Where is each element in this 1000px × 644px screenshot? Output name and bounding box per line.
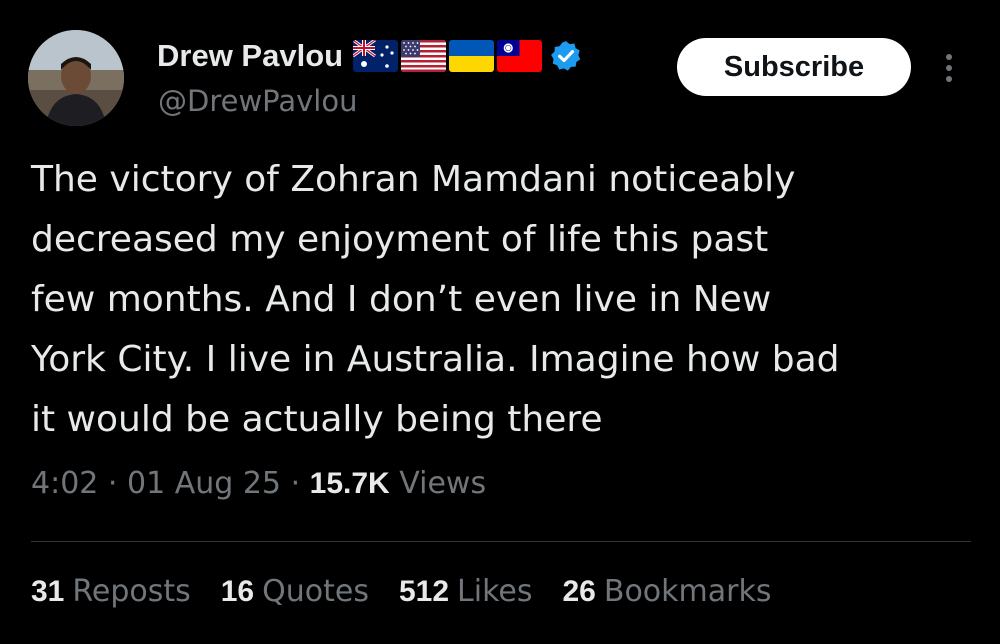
usa-flag-icon [401,40,447,72]
tweet-line: York City. I live in Australia. Imagine … [31,339,840,380]
ukraine-flag-icon [449,40,495,72]
views-count: 15.7K [309,467,390,500]
bookmarks-count: 26 [562,575,596,608]
tweet-date[interactable]: 01 Aug 25 [127,466,281,501]
tweet-line: The victory of Zohran Mamdani noticeably [31,159,796,200]
meta-separator: · [290,466,301,501]
reposts-label: Reposts [72,574,191,609]
engagement-stats: 31 Reposts 16 Quotes 512 Likes 26 Bookma… [31,574,801,609]
likes-stat[interactable]: 512 Likes [399,574,533,609]
divider [31,541,971,542]
meta-separator: · [107,466,118,501]
author-avatar[interactable] [28,30,124,126]
verified-badge-icon[interactable] [549,39,583,73]
views-label: Views [399,466,487,501]
bookmarks-label: Bookmarks [603,574,772,609]
quotes-count: 16 [220,575,255,608]
author-name-row: Drew Pavlou [157,34,583,78]
author-display-name[interactable]: Drew Pavlou [157,38,343,74]
tweet-meta: 4:02 · 01 Aug 25 · 15.7K Views [31,466,486,501]
subscribe-button[interactable]: Subscribe [677,38,911,96]
tweet-line: it would be actually being there [31,399,603,440]
likes-count: 512 [398,575,450,608]
tweet-line: decreased my enjoyment of life this past [31,219,769,260]
quotes-label: Quotes [262,574,369,609]
reposts-count: 31 [31,575,65,608]
likes-label: Likes [457,574,533,609]
tweet-text: The victory of Zohran Mamdani noticeably… [31,150,981,450]
more-vertical-icon[interactable] [936,50,962,86]
bookmarks-stat[interactable]: 26 Bookmarks [562,574,771,609]
reposts-stat[interactable]: 31 Reposts [31,574,191,609]
australia-flag-icon [353,40,399,72]
author-handle[interactable]: @DrewPavlou [158,84,357,118]
taiwan-flag-icon [497,40,543,72]
tweet-line: few months. And I don’t even live in New [31,279,772,320]
quotes-stat[interactable]: 16 Quotes [221,574,369,609]
tweet-time[interactable]: 4:02 [31,466,98,501]
